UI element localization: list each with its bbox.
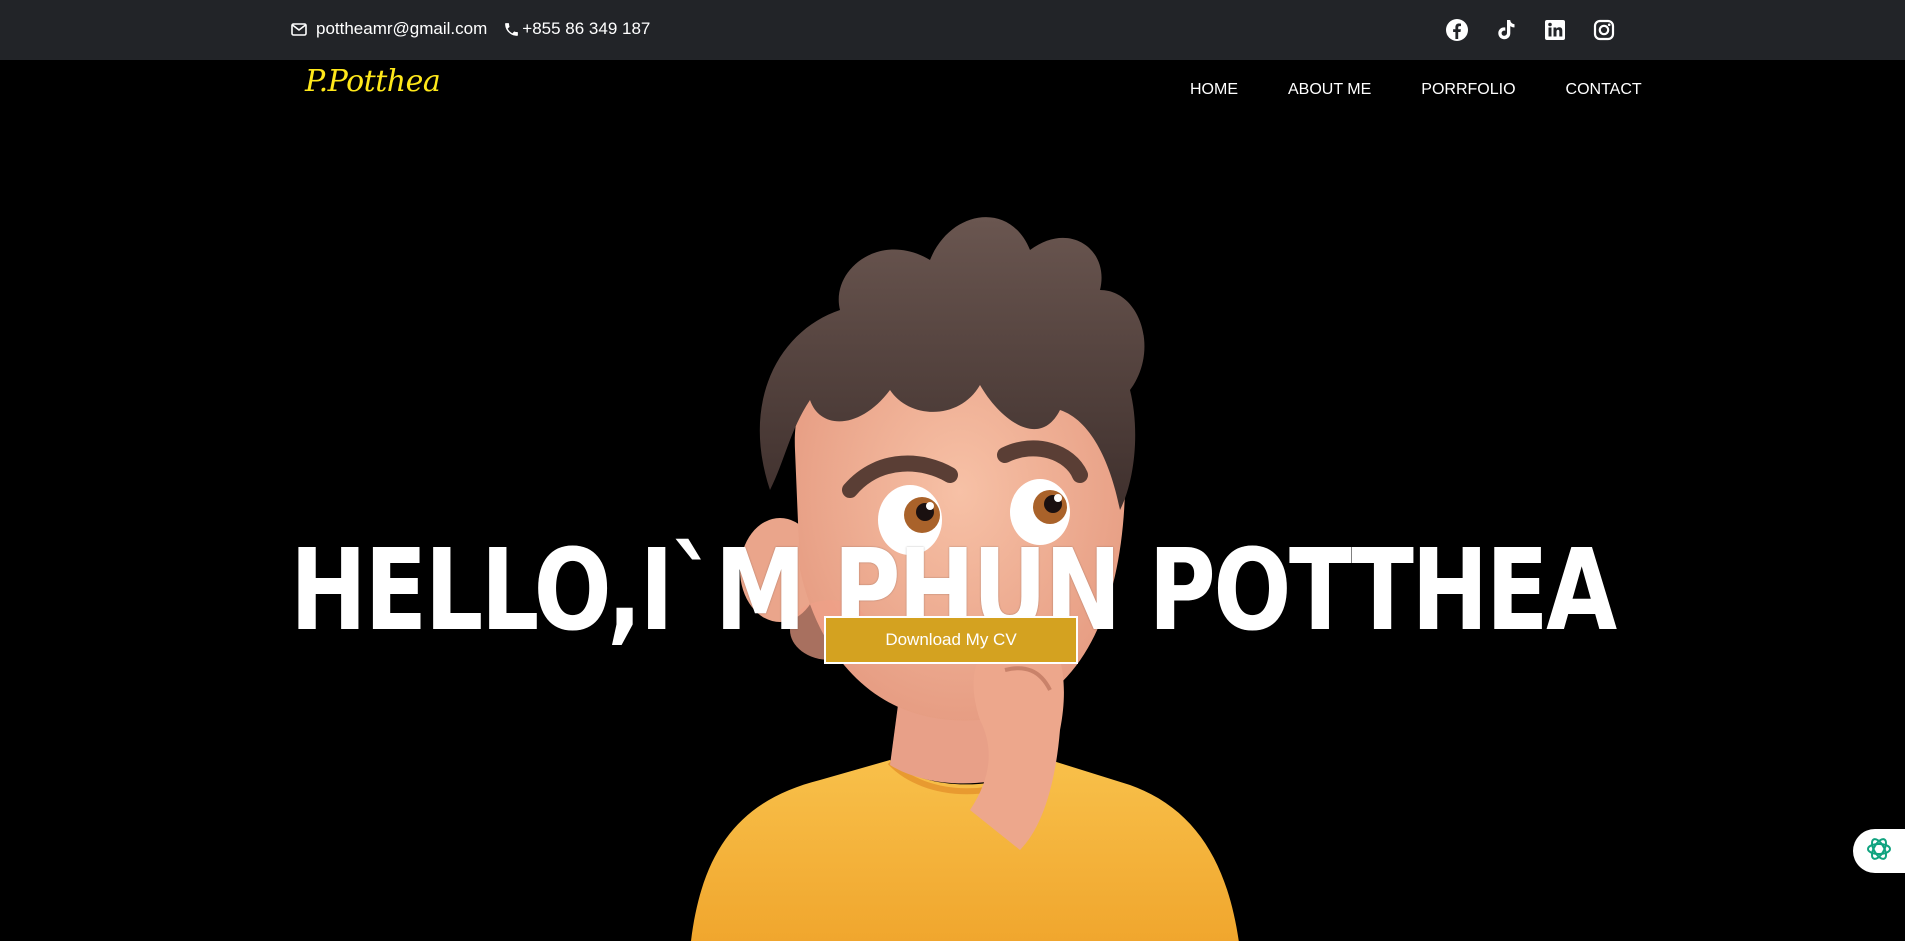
- contact-info: pottheamr@gmail.com +855 86 349 187: [291, 19, 666, 39]
- facebook-icon[interactable]: [1444, 17, 1470, 43]
- email-text: pottheamr@gmail.com: [316, 19, 488, 38]
- mail-icon: [291, 22, 307, 36]
- main-navbar: P.Potthea HOME ABOUT ME PORRFOLIO CONTAC…: [0, 60, 1905, 120]
- hero-section: HELLO,I`M PHUN POTTHEA Download My CV: [0, 120, 1905, 941]
- chatgpt-icon: [1864, 834, 1894, 869]
- ai-assistant-button[interactable]: [1853, 829, 1905, 873]
- nav-about-me[interactable]: ABOUT ME: [1288, 81, 1371, 99]
- top-contact-bar: pottheamr@gmail.com +855 86 349 187: [0, 0, 1905, 60]
- phone-text: +855 86 349 187: [522, 19, 651, 38]
- tiktok-icon[interactable]: [1493, 17, 1519, 43]
- nav-contact[interactable]: CONTACT: [1566, 81, 1642, 99]
- phone-icon: [503, 21, 520, 38]
- nav-portfolio[interactable]: PORRFOLIO: [1421, 81, 1515, 99]
- download-cv-button[interactable]: Download My CV: [824, 616, 1078, 664]
- instagram-icon[interactable]: [1591, 17, 1617, 43]
- phone-link[interactable]: +855 86 349 187: [503, 19, 650, 39]
- nav-home[interactable]: HOME: [1190, 81, 1238, 99]
- site-logo[interactable]: P.Potthea: [305, 64, 441, 99]
- social-links: [1444, 17, 1640, 43]
- nav-menu: HOME ABOUT ME PORRFOLIO CONTACT: [1190, 81, 1692, 99]
- email-link[interactable]: pottheamr@gmail.com: [291, 19, 487, 39]
- linkedin-icon[interactable]: [1542, 17, 1568, 43]
